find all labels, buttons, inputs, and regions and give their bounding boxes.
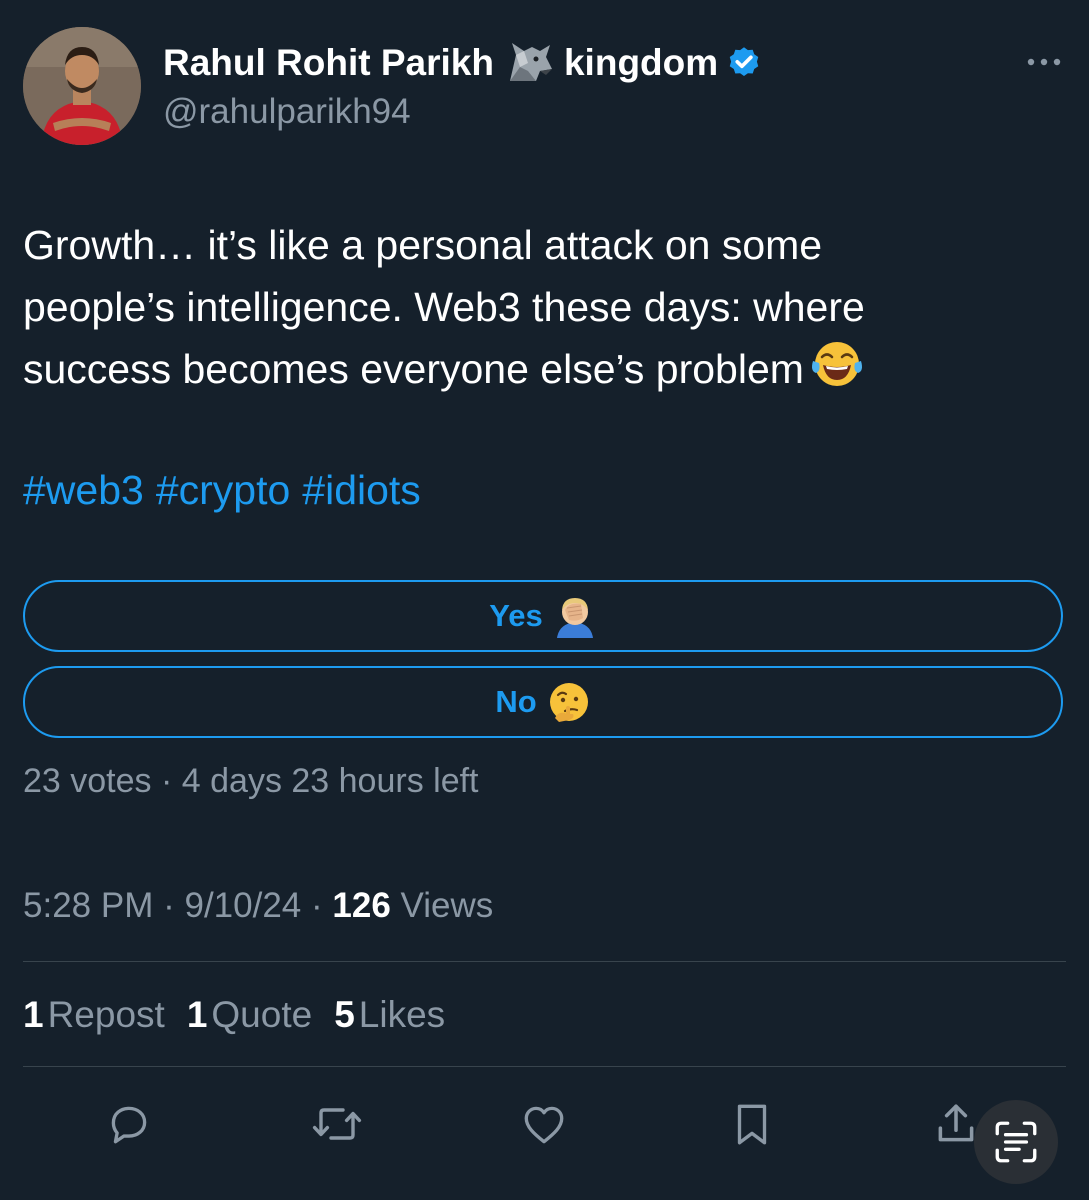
avatar-image [23, 27, 141, 145]
likes-count: 5 [334, 994, 355, 1035]
hashtag-link[interactable]: #crypto [156, 467, 290, 513]
tweet-text-line: people’s intelligence. Web3 these days: … [23, 284, 865, 330]
quotes-count: 1 [186, 994, 208, 1035]
views-count: 126 [332, 886, 391, 925]
avatar[interactable] [23, 27, 141, 145]
hashtag-link[interactable]: #web3 [23, 467, 144, 513]
divider [23, 961, 1066, 962]
author-name[interactable]: Rahul Rohit Parikh [163, 42, 494, 84]
verified-badge-icon[interactable] [726, 45, 762, 81]
poll-option-yes[interactable]: Yes [23, 580, 1063, 652]
quotes-label: Quote [211, 994, 313, 1035]
reposts-count: 1 [23, 994, 44, 1035]
tweet-time[interactable]: 5:28 PM [23, 886, 153, 925]
tweet-timestamp: 5:28 PM · 9/10/24 · 126 Views [23, 886, 493, 926]
repost-icon[interactable] [311, 1098, 363, 1150]
face-palm-icon [553, 594, 597, 638]
author-name-row[interactable]: Rahul Rohit Parikh kingdom [163, 38, 762, 88]
divider [23, 1066, 1066, 1067]
tweet-text: Growth… it’s like a personal attack on s… [23, 214, 1063, 406]
quotes-stat[interactable]: 1 Quote [187, 994, 312, 1036]
views-label: Views [400, 886, 494, 925]
author-name-suffix[interactable]: kingdom [564, 42, 718, 84]
poll-option-label: No [495, 684, 537, 719]
poll-votes: 23 votes [23, 762, 152, 800]
author-handle[interactable]: @rahulparikh94 [163, 92, 411, 132]
likes-label: Likes [358, 994, 446, 1035]
like-icon[interactable] [518, 1098, 570, 1150]
tweet-text-line-content: success becomes everyone else’s problem [23, 346, 804, 392]
reply-icon[interactable] [103, 1098, 155, 1150]
scan-text-icon [995, 1121, 1037, 1163]
more-options-icon[interactable] [1024, 48, 1064, 76]
poll-option-no[interactable]: No [23, 666, 1063, 738]
face-with-tears-of-joy-icon [810, 339, 864, 406]
reposts-label: Repost [47, 994, 165, 1035]
tweet-text-line: success becomes everyone else’s problem [23, 338, 1063, 406]
hashtag-link[interactable]: #idiots [302, 467, 421, 513]
poll-time-left: 4 days 23 hours left [181, 762, 479, 800]
likes-stat[interactable]: 5 Likes [334, 994, 445, 1036]
tweet-date[interactable]: 9/10/24 [184, 886, 301, 925]
hashtags: #web3 #crypto #idiots [23, 462, 433, 518]
thinking-face-icon [547, 680, 591, 724]
scan-text-button[interactable] [974, 1100, 1058, 1184]
bookmark-icon[interactable] [726, 1098, 778, 1150]
separator: · [311, 886, 323, 925]
reposts-stat[interactable]: 1 Repost [23, 994, 165, 1036]
separator: · [160, 762, 173, 800]
tweet-text-line: Growth… it’s like a personal attack on s… [23, 222, 823, 268]
engagement-stats: 1 Repost 1 Quote 5 Likes [23, 994, 467, 1036]
poll-meta: 23 votes · 4 days 23 hours left [23, 762, 479, 801]
separator: · [163, 886, 175, 925]
wolf-icon [506, 41, 554, 85]
poll-option-label: Yes [489, 598, 543, 633]
